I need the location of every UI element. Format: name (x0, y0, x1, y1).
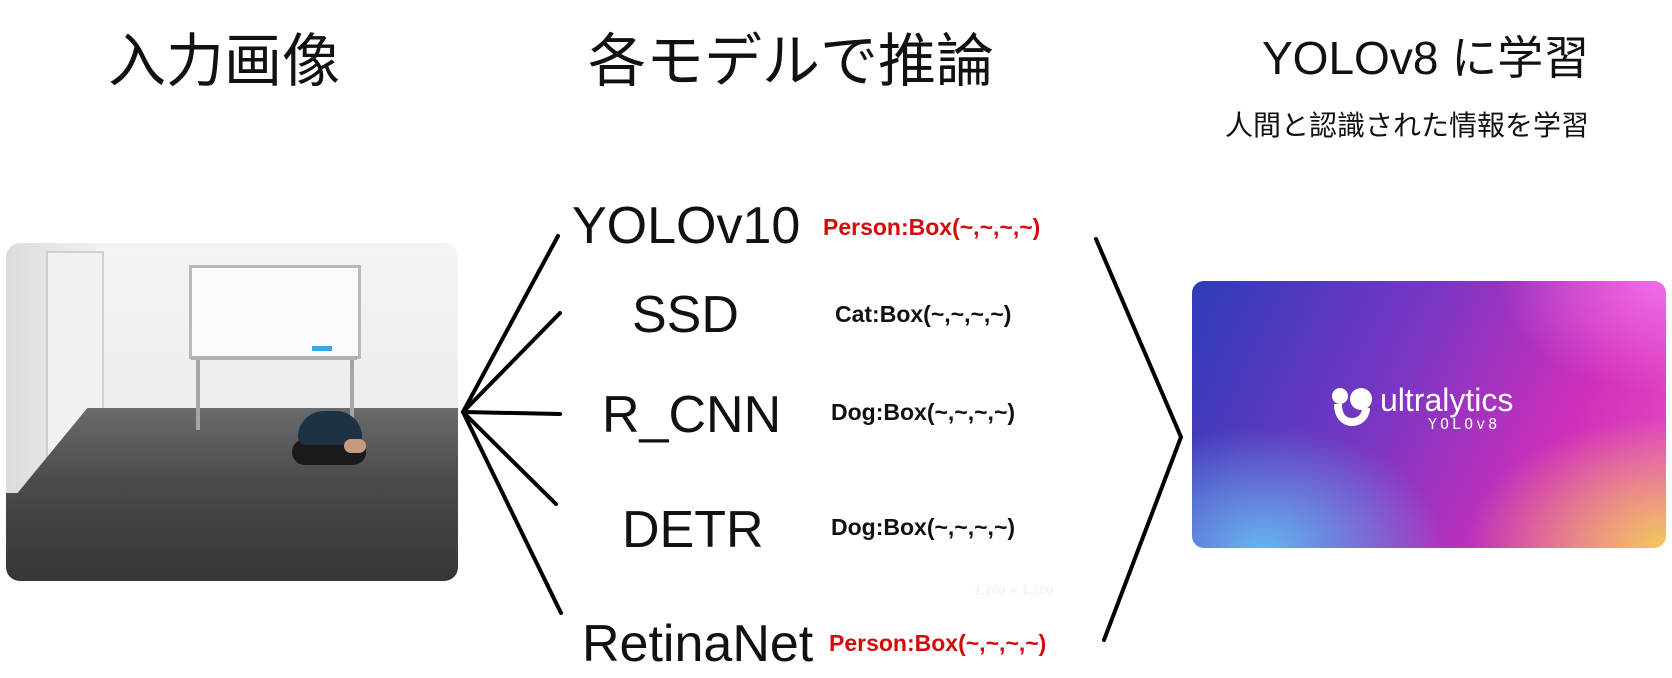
ultralytics-mark-icon (1332, 388, 1372, 426)
ultralytics-logo: ultralytics YOLOv8 (1330, 382, 1514, 433)
ultralytics-sublabel: YOLOv8 (1428, 415, 1501, 433)
fan-line-detr (461, 410, 558, 506)
fan-line-retinanet (461, 410, 563, 615)
model-ssd: SSD (632, 286, 739, 344)
merge-line-bottom (1102, 435, 1183, 642)
model-retinanet: RetinaNet (582, 615, 814, 673)
fan-line-rcnn (461, 410, 562, 416)
result-detr: Dog:Box(~,~,~,~) (831, 514, 1016, 540)
merge-line-top (1094, 237, 1183, 439)
result-yolov10: Person:Box(~,~,~,~) (823, 214, 1041, 240)
model-rcnn: R_CNN (602, 386, 782, 444)
model-yolov10: YOLOv10 (572, 197, 801, 255)
fan-line-ssd (461, 311, 562, 414)
ultralytics-wordmark: ultralytics (1380, 382, 1514, 418)
result-ssd: Cat:Box(~,~,~,~) (835, 301, 1012, 327)
result-retinanet: Person:Box(~,~,~,~) (829, 630, 1047, 656)
fan-line-yolov10 (461, 234, 560, 414)
model-detr: DETR (622, 501, 764, 559)
faint-dimension-label: 1,200 × 1,200 (974, 584, 1054, 597)
result-rcnn: Dog:Box(~,~,~,~) (831, 399, 1016, 425)
ultralytics-card: ultralytics YOLOv8 (1192, 281, 1666, 548)
